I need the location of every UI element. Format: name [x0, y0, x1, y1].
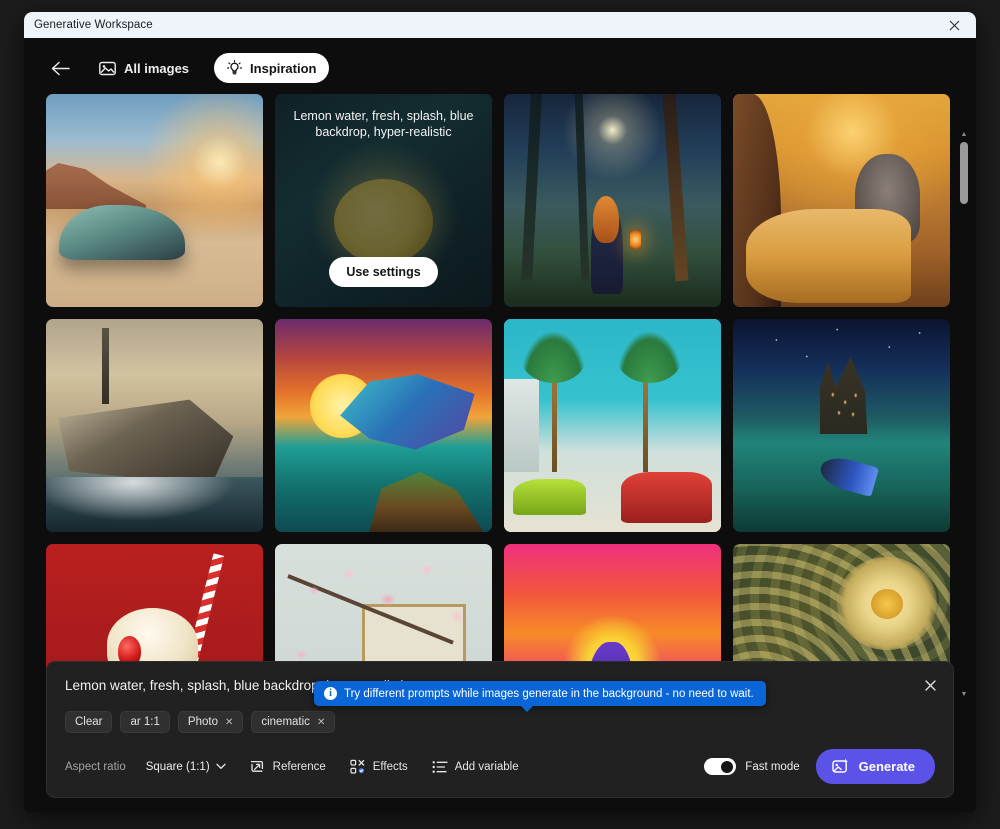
sparkle-image-icon [831, 758, 848, 773]
chip-aspect-ratio[interactable]: ar 1:1 [120, 711, 170, 733]
lightbulb-icon [227, 60, 243, 75]
scrollbar-thumb[interactable] [960, 142, 968, 204]
tab-inspiration-label: Inspiration [250, 60, 317, 76]
toast-message: Try different prompts while images gener… [344, 687, 754, 700]
generated-image-thumbnail [46, 319, 263, 532]
scrollbar-track[interactable] [958, 140, 970, 688]
chip-label: cinematic [261, 716, 310, 728]
prompt-action-row: Aspect ratio Square (1:1) Reference Effe… [65, 749, 935, 784]
generate-button[interactable]: Generate [815, 749, 935, 784]
reference-image-icon [250, 760, 263, 772]
arrow-left-icon [51, 61, 70, 75]
image-gallery: Lemon water, fresh, splash, blue backdro… [24, 94, 976, 686]
info-icon: i [324, 687, 337, 700]
image-card-vintage-car-desert-sunset[interactable] [46, 94, 263, 307]
use-settings-button[interactable]: Use settings [329, 257, 438, 287]
workspace-content: All images Inspiration Lemon water, fres… [24, 38, 976, 812]
generated-image-thumbnail [733, 94, 950, 307]
fast-mode-toggle[interactable]: Fast mode [704, 758, 800, 775]
toggle-switch[interactable] [704, 758, 737, 775]
chevron-down-icon [216, 763, 226, 769]
add-variable-label: Add variable [454, 760, 519, 773]
chip-label: Clear [75, 716, 103, 728]
image-card-lemon-water-splash[interactable]: Lemon water, fresh, splash, blue backdro… [275, 94, 492, 307]
image-card-cheetah-elephants-savanna-sunset[interactable] [733, 94, 950, 307]
image-card-girl-lantern-moonlit-forest[interactable] [504, 94, 721, 307]
image-card-battleship-stormy-sea-seagulls[interactable] [46, 319, 263, 532]
image-card-dragon-island-sunset-illustration[interactable] [275, 319, 492, 532]
effects-label: Effects [372, 760, 408, 773]
tab-inspiration[interactable]: Inspiration [214, 53, 330, 83]
gallery-scrollbar[interactable]: ▲ ▼ [958, 128, 970, 700]
reference-label: Reference [272, 760, 326, 773]
generated-image-thumbnail [733, 319, 950, 532]
fast-mode-label: Fast mode [745, 760, 800, 773]
effects-button[interactable]: Effects [346, 755, 412, 779]
generative-workspace-window: Generative Workspace All images Inspirat… [24, 12, 976, 812]
image-card-miami-palms-retro-cars-sketch[interactable] [504, 319, 721, 532]
window-title: Generative Workspace [34, 19, 153, 31]
generated-image-thumbnail [46, 94, 263, 307]
image-icon [99, 61, 116, 75]
generated-image-thumbnail [275, 319, 492, 532]
window-close-button[interactable] [932, 12, 976, 38]
chip-remove-icon[interactable]: ✕ [225, 717, 233, 728]
generate-label: Generate [858, 759, 915, 774]
aspect-ratio-value: Square (1:1) [145, 760, 210, 773]
toggle-knob [721, 760, 734, 773]
effects-icon [350, 759, 364, 774]
image-grid: Lemon water, fresh, splash, blue backdro… [46, 94, 954, 686]
reference-button[interactable]: Reference [246, 755, 330, 779]
scroll-down-arrow-icon[interactable]: ▼ [958, 688, 970, 700]
card-prompt-text: Lemon water, fresh, splash, blue backdro… [293, 109, 474, 139]
window-title-bar: Generative Workspace [24, 12, 976, 38]
chip-label: Photo [187, 716, 218, 728]
card-hover-overlay: Lemon water, fresh, splash, blue backdro… [275, 94, 492, 307]
chip-cinematic[interactable]: cinematic ✕ [251, 711, 336, 733]
prompt-chip-row: Clear ar 1:1 Photo ✕ cinematic ✕ [65, 711, 935, 733]
list-icon [432, 760, 448, 773]
chip-label: ar 1:1 [130, 716, 160, 728]
tab-all-images[interactable]: All images [86, 53, 202, 83]
aspect-ratio-label: Aspect ratio [65, 760, 126, 773]
add-variable-button[interactable]: Add variable [428, 756, 523, 778]
generated-image-thumbnail [504, 319, 721, 532]
aspect-ratio-select[interactable]: Square (1:1) [142, 757, 230, 777]
prompt-close-button[interactable] [917, 672, 943, 698]
chip-photo[interactable]: Photo ✕ [177, 711, 244, 733]
top-toolbar: All images Inspiration [24, 38, 976, 94]
close-icon [949, 20, 959, 30]
chip-clear[interactable]: Clear [65, 711, 113, 733]
back-button[interactable] [46, 54, 74, 82]
generated-image-thumbnail [504, 94, 721, 307]
close-icon [924, 679, 936, 691]
scroll-up-arrow-icon[interactable]: ▲ [958, 128, 970, 140]
tab-all-images-label: All images [124, 60, 190, 76]
background-generation-toast: i Try different prompts while images gen… [314, 681, 766, 712]
image-card-mermaid-underwater-castle-night[interactable] [733, 319, 950, 532]
chip-remove-icon[interactable]: ✕ [317, 717, 325, 728]
